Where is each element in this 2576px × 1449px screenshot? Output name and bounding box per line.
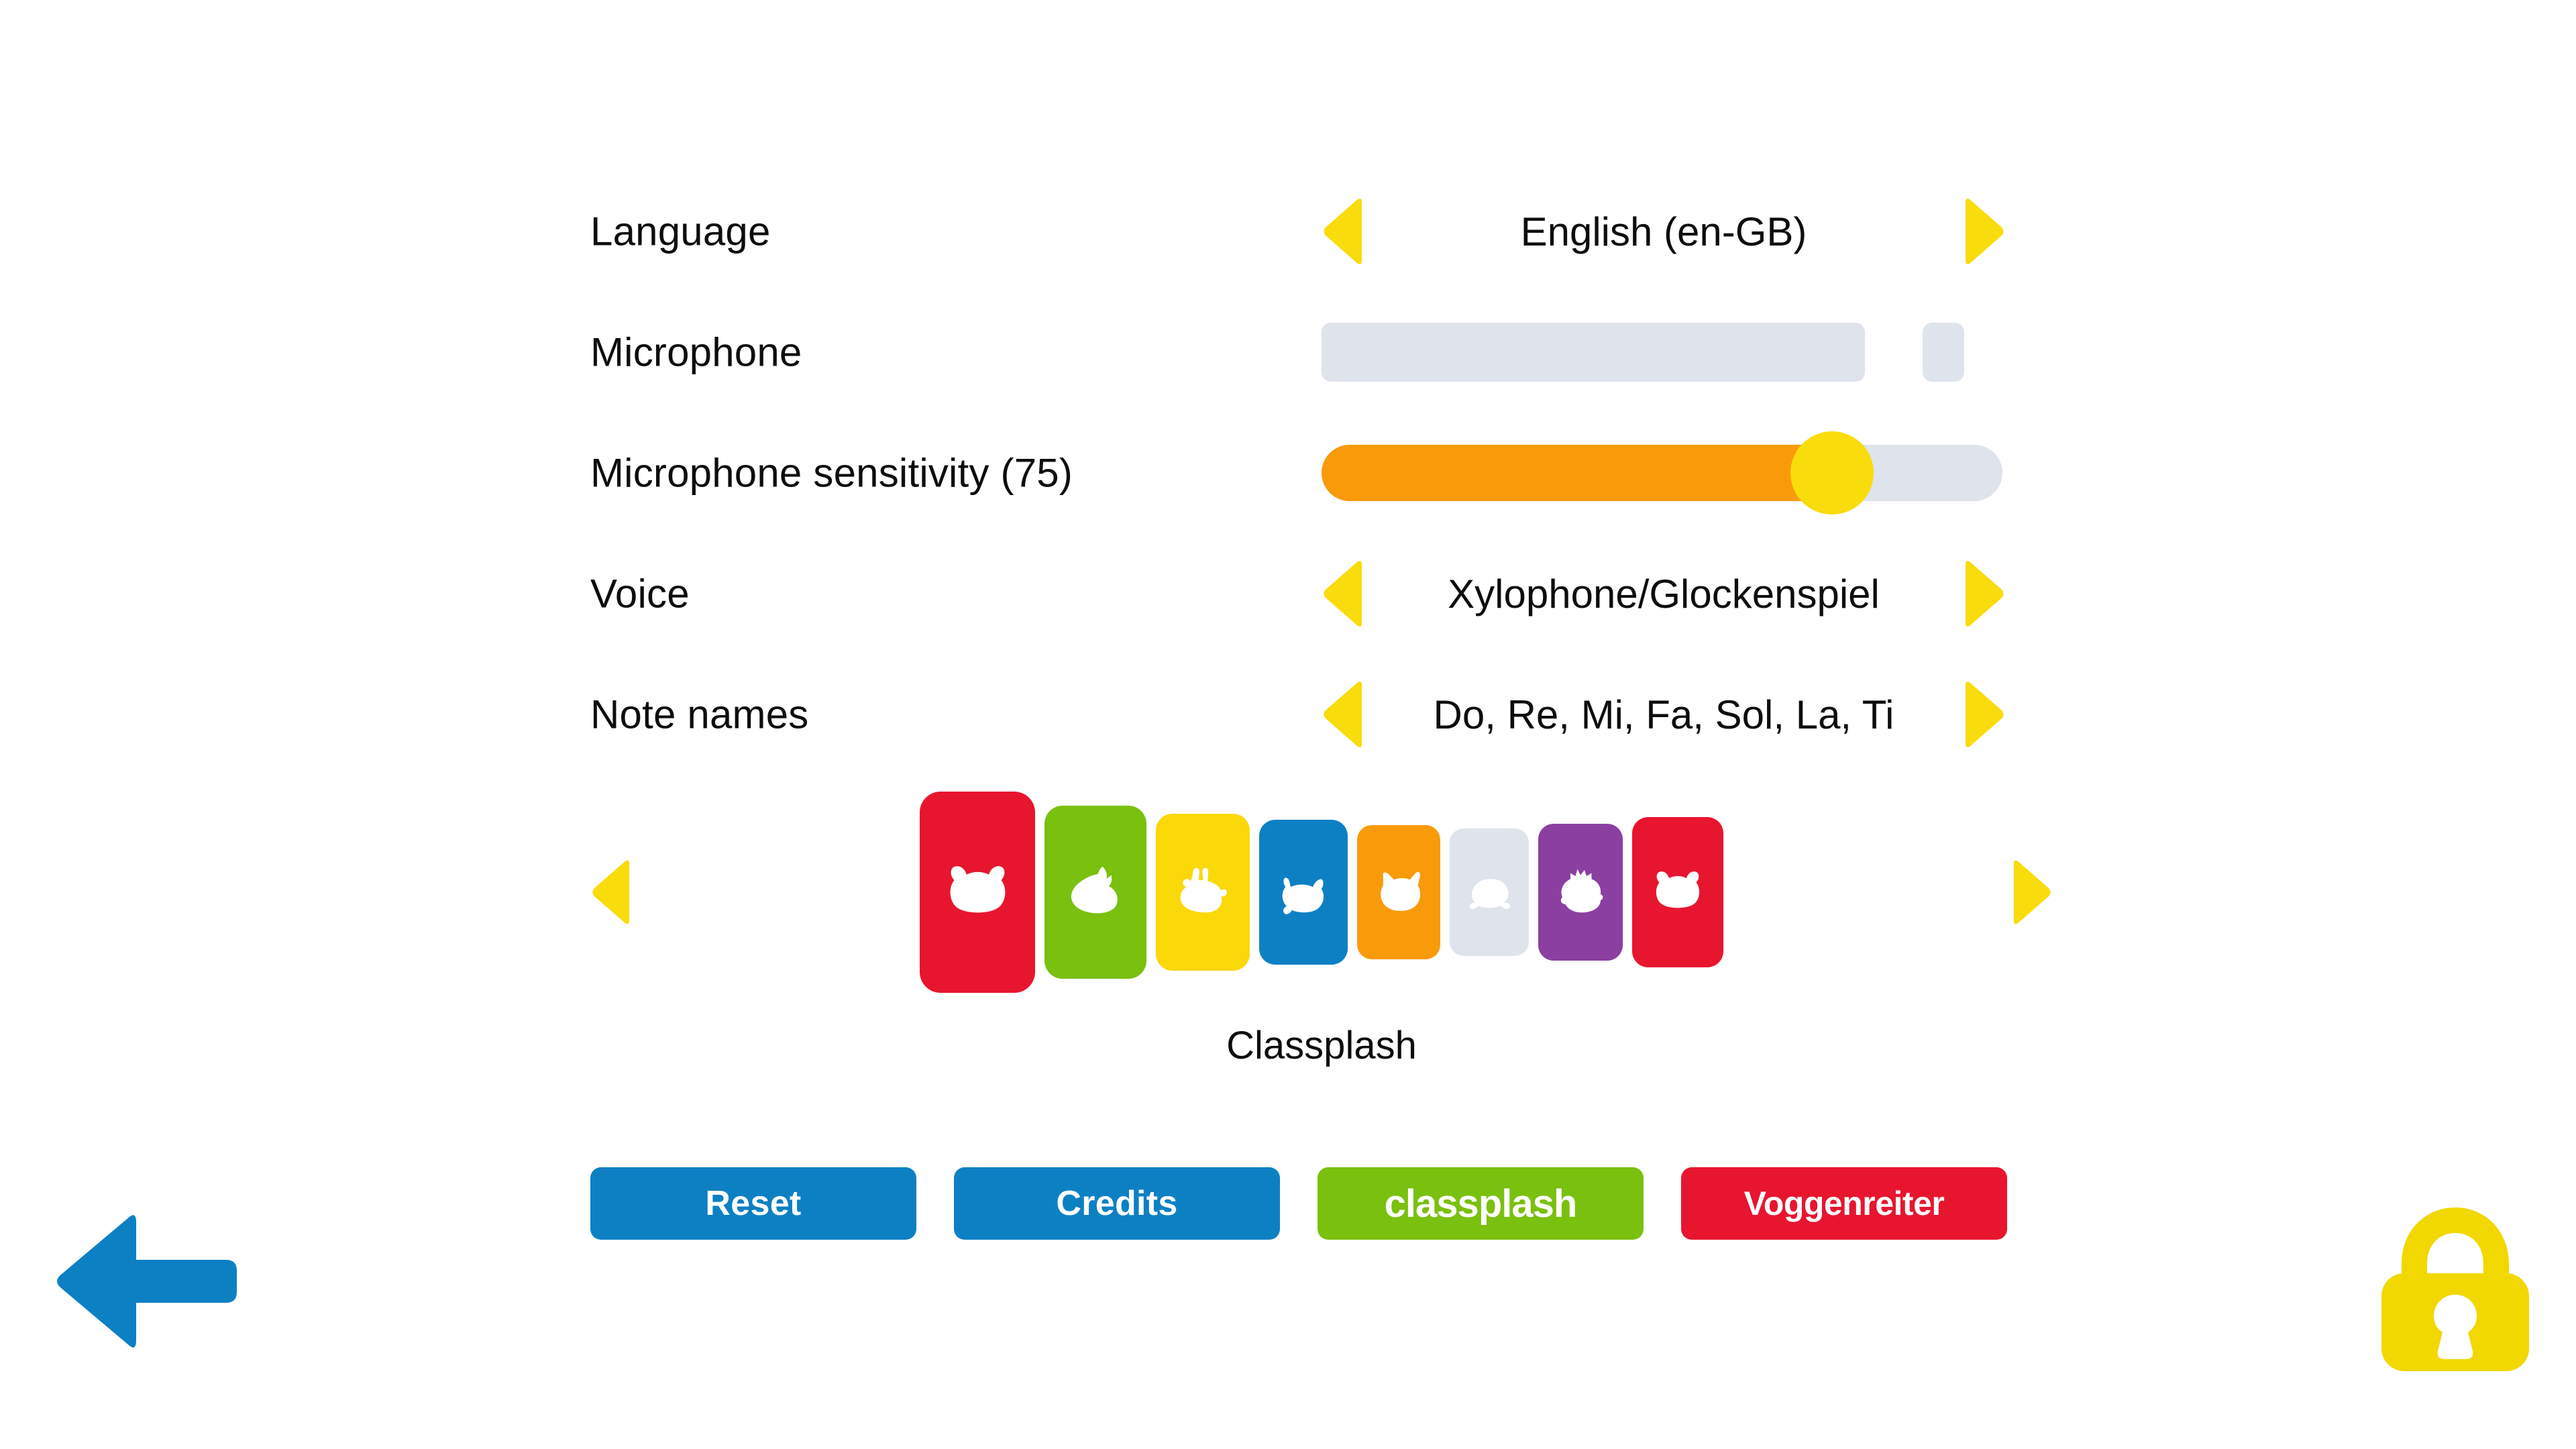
microphone-control (1322, 313, 2006, 391)
microphone-sensitivity-control (1322, 431, 2006, 515)
avatar-tile-list (632, 792, 2011, 993)
settings-row-language: Language English (en-GB) (590, 171, 2053, 292)
label-note-names: Note names (590, 692, 809, 737)
voice-value: Xylophone/Glockenspiel (1448, 571, 1880, 616)
credits-button[interactable]: Credits (954, 1167, 1280, 1240)
carousel-next-arrow-icon[interactable] (2011, 857, 2053, 927)
reset-button[interactable]: Reset (590, 1167, 916, 1240)
slider-thumb[interactable] (1790, 431, 1874, 515)
avatar-turtle-icon (1469, 878, 1510, 909)
avatar-tile-turtle[interactable] (1450, 828, 1529, 956)
language-stepper: English (en-GB) (1322, 193, 2006, 270)
settings-row-microphone-sensitivity: Microphone sensitivity (75) (590, 413, 2053, 533)
avatar-tile-bear-2[interactable] (1632, 817, 1723, 967)
label-language: Language (590, 209, 771, 254)
settings-row-microphone: Microphone (590, 292, 2053, 413)
avatar-hedgehog-icon (1071, 867, 1118, 914)
avatar-tile-pig[interactable] (1259, 820, 1348, 965)
language-prev-arrow-icon[interactable] (1322, 197, 1364, 266)
note-names-value: Do, Re, Mi, Fa, Sol, La, Ti (1433, 692, 1894, 737)
settings-list: Language English (en-GB) Microphone Micr… (590, 171, 2053, 775)
microphone-test-button[interactable] (1923, 323, 1964, 382)
voice-stepper: Xylophone/Glockenspiel (1322, 555, 2006, 633)
avatar-tile-bear[interactable] (920, 792, 1035, 993)
language-next-arrow-icon[interactable] (1963, 197, 2006, 266)
avatar-tile-giraffe[interactable] (1156, 814, 1250, 971)
settings-row-note-names: Note names Do, Re, Mi, Fa, Sol, La, Ti (590, 654, 2053, 775)
slider-fill (1322, 445, 1833, 501)
voice-next-arrow-icon[interactable] (1963, 559, 2006, 629)
label-microphone: Microphone (590, 329, 802, 375)
avatar-tile-lion[interactable] (1538, 824, 1623, 961)
action-button-row: Reset Credits classplash Voggenreiter (590, 1167, 2007, 1240)
avatar-carousel (590, 788, 2053, 996)
avatar-giraffe-icon (1180, 867, 1227, 912)
voice-prev-arrow-icon[interactable] (1322, 559, 1364, 629)
microphone-sensitivity-slider[interactable] (1322, 431, 2002, 515)
label-voice: Voice (590, 571, 690, 616)
note-names-prev-arrow-icon[interactable] (1322, 680, 1364, 749)
avatar-tile-cat[interactable] (1357, 825, 1440, 959)
label-microphone-sensitivity: Microphone sensitivity (75) (590, 450, 1073, 496)
avatar-lion-icon (1560, 869, 1603, 913)
avatar-bear-2-icon (1656, 871, 1700, 908)
settings-screen: Language English (en-GB) Microphone Micr… (0, 0, 2576, 1449)
carousel-prev-arrow-icon[interactable] (590, 857, 632, 927)
language-value: English (en-GB) (1520, 209, 1807, 254)
note-names-next-arrow-icon[interactable] (1963, 680, 2006, 749)
note-names-stepper: Do, Re, Mi, Fa, Sol, La, Ti (1322, 676, 2006, 753)
microphone-select[interactable] (1322, 323, 1865, 382)
back-arrow-icon[interactable] (50, 1208, 245, 1355)
avatar-caption: Classplash (1226, 1024, 1417, 1067)
avatar-tile-hedgehog[interactable] (1044, 806, 1146, 979)
lock-icon[interactable] (2375, 1201, 2536, 1375)
avatar-cat-icon (1380, 871, 1420, 911)
classplash-button[interactable]: classplash (1318, 1167, 1644, 1240)
avatar-bear-icon (950, 865, 1005, 912)
voggenreiter-button[interactable]: Voggenreiter (1681, 1167, 2007, 1240)
avatar-pig-icon (1282, 877, 1324, 914)
settings-row-voice: Voice Xylophone/Glockenspiel (590, 533, 2053, 654)
